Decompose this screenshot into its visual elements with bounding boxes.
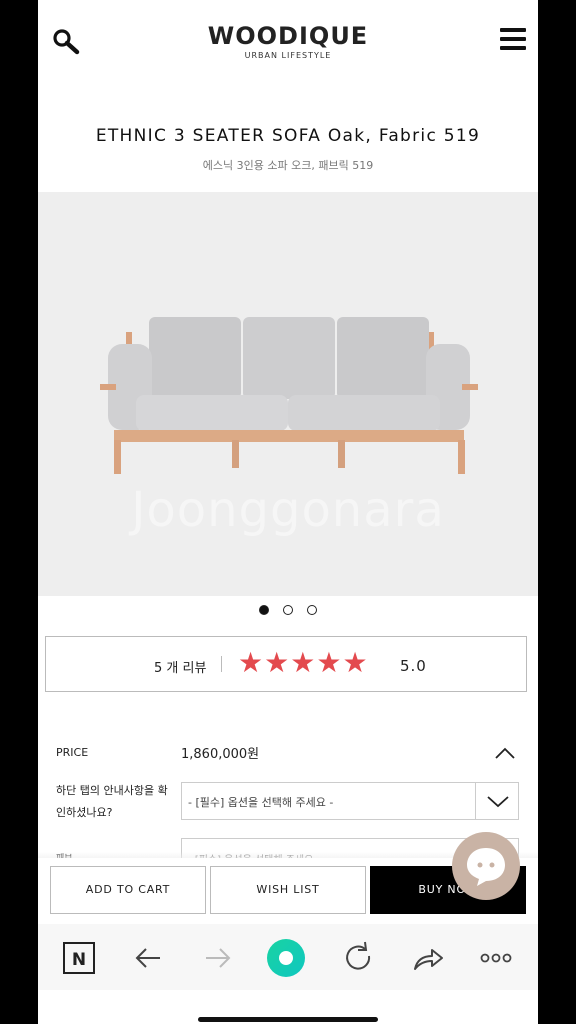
add-to-cart-button[interactable]: ADD TO CART <box>50 866 206 914</box>
product-subtitle: 에스닉 3인용 소파 오크, 패브릭 519 <box>202 159 374 172</box>
price-label: PRICE <box>56 746 89 759</box>
carousel-dot[interactable] <box>259 605 269 615</box>
product-title: ETHNIC 3 SEATER SOFA Oak, Fabric 519 <box>95 126 481 146</box>
star-icon: ★ <box>290 646 316 679</box>
svg-text:N: N <box>72 950 86 970</box>
more-dots-icon[interactable] <box>476 938 516 978</box>
star-icon: ★ <box>316 646 342 679</box>
star-icon: ★ <box>342 646 368 679</box>
home-indicator[interactable] <box>198 1017 378 1022</box>
star-icon: ★ <box>238 646 264 679</box>
review-summary[interactable]: 5 개 리뷰 ★★★★★ 5.0 <box>45 636 527 692</box>
carousel-dots <box>38 605 538 615</box>
browser-toolbar: N <box>38 924 538 990</box>
carousel-dot[interactable] <box>283 605 293 615</box>
carousel-dot[interactable] <box>307 605 317 615</box>
back-arrow-icon[interactable] <box>128 938 168 978</box>
star-rating: ★★★★★ <box>238 649 369 677</box>
share-icon[interactable] <box>408 938 448 978</box>
chevron-down-icon[interactable] <box>475 782 519 820</box>
wish-list-button[interactable]: WISH LIST <box>210 866 366 914</box>
product-page: WOODIQUE URBAN LIFESTYLE ETHNIC 3 SEATER… <box>38 0 538 1024</box>
option-select[interactable]: - [필수] 옵션을 선택해 주세요 - <box>181 782 476 820</box>
forward-arrow-icon[interactable] <box>198 938 238 978</box>
star-icon: ★ <box>264 646 290 679</box>
rating-value: 5.0 <box>400 657 427 675</box>
refresh-icon[interactable] <box>338 938 378 978</box>
hamburger-menu-icon[interactable] <box>500 28 526 52</box>
watermark-text: Joonggonara <box>131 482 445 538</box>
site-header: WOODIQUE URBAN LIFESTYLE <box>38 0 538 90</box>
chevron-up-icon[interactable] <box>494 745 516 759</box>
naver-n-icon[interactable]: N <box>59 938 99 978</box>
logo-text: WOODIQUE <box>207 22 369 50</box>
product-image-carousel[interactable]: Joonggonara <box>38 192 538 596</box>
home-green-icon[interactable] <box>266 938 306 978</box>
divider <box>221 656 222 672</box>
option-notice-label: 하단 탭의 안내사항을 확인하셨나요? <box>56 784 168 819</box>
logo-tagline: URBAN LIFESTYLE <box>244 51 332 60</box>
price-value: 1,860,000원 <box>181 747 260 762</box>
logo[interactable]: WOODIQUE URBAN LIFESTYLE <box>38 22 538 60</box>
review-count: 5 개 리뷰 <box>154 661 207 676</box>
chat-bubble-icon[interactable] <box>452 832 520 900</box>
